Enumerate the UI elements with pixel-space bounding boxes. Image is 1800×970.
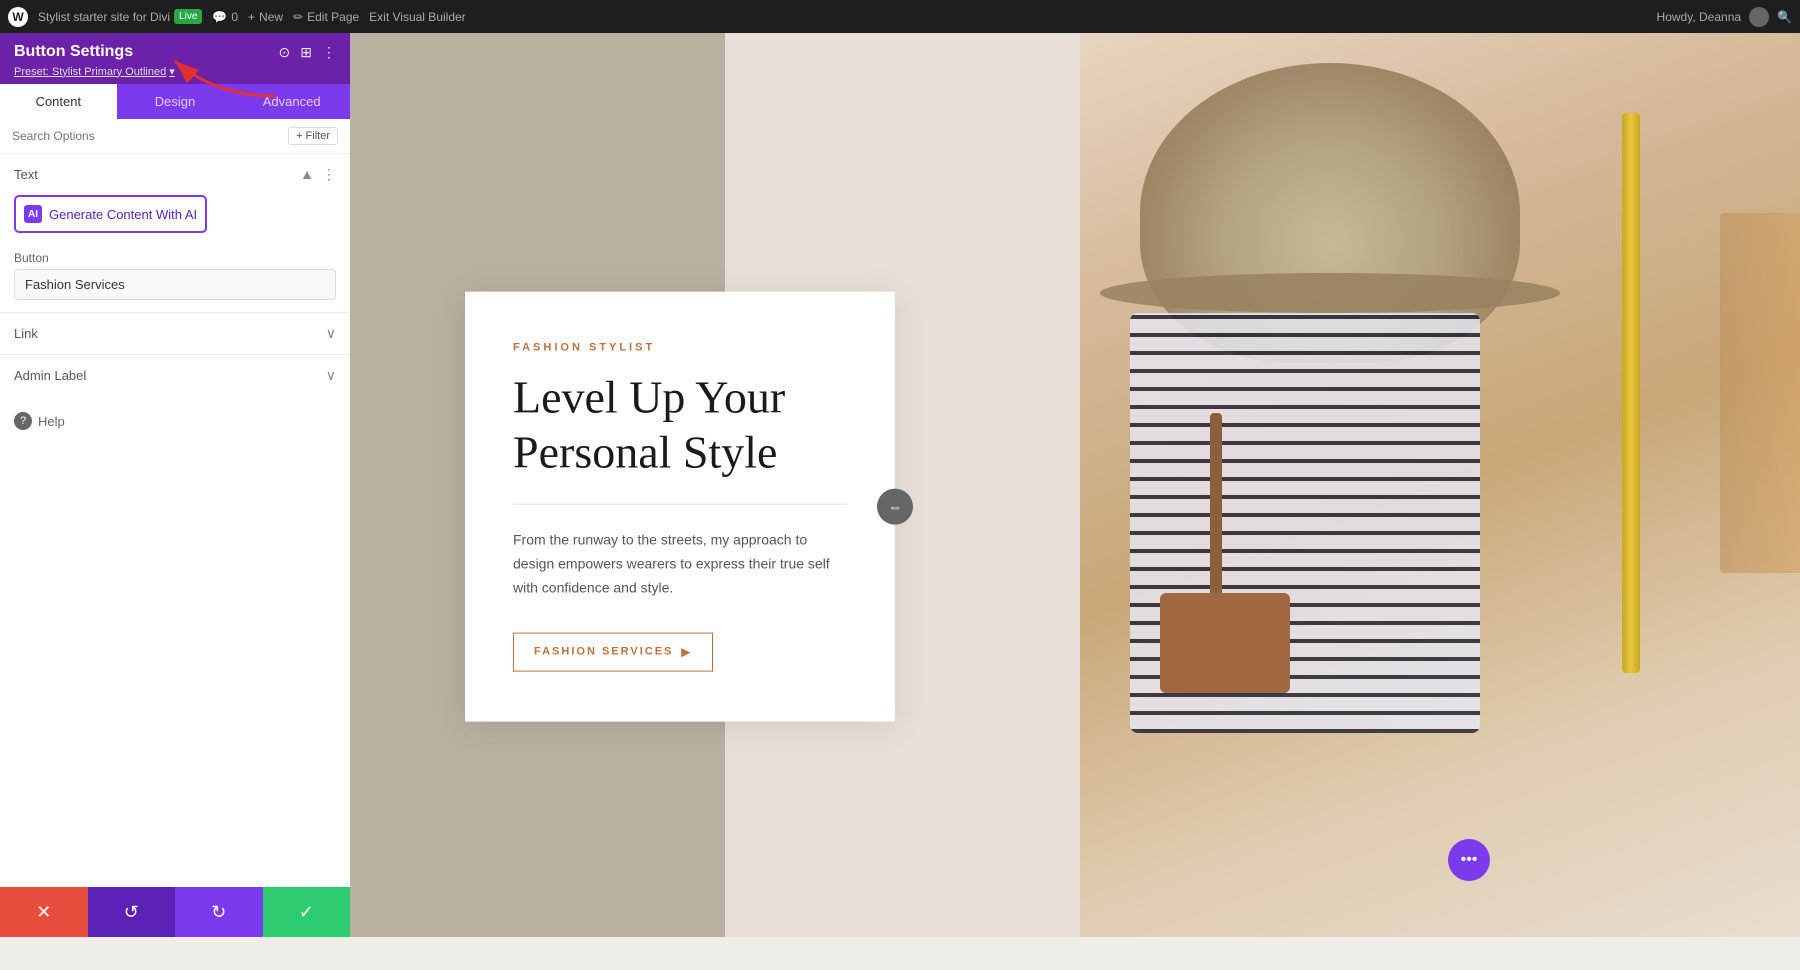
howdy-text: Howdy, Deanna <box>1657 10 1742 24</box>
card-title: Level Up Your Personal Style <box>513 370 847 480</box>
section-more-icon[interactable]: ⋮ <box>322 166 336 183</box>
panel-content: Text ▲ ⋮ AI Generate Content With AI But… <box>0 154 350 937</box>
fashion-services-button[interactable]: FASHION SERVICES ▶ <box>513 632 713 671</box>
admin-label-text: Admin Label <box>14 368 86 383</box>
drag-handle[interactable]: ⇔ <box>877 488 913 524</box>
admin-label-chevron: ∨ <box>326 367 336 384</box>
help-icon[interactable]: ? <box>14 412 32 430</box>
save-button[interactable]: ✓ <box>263 887 351 937</box>
live-badge: Live <box>174 9 202 24</box>
admin-bar: W Stylist starter site for Divi Live 💬 0… <box>0 0 1800 33</box>
fashion-card: FASHION STYLIST Level Up Your Personal S… <box>465 292 895 722</box>
search-icon[interactable]: 🔍 <box>1777 10 1792 24</box>
bottom-toolbar: ✕ ↺ ↻ ✓ <box>0 887 350 937</box>
ai-generate-button[interactable]: AI Generate Content With AI <box>14 195 207 233</box>
more-icon[interactable]: ⋮ <box>322 44 336 61</box>
text-section-title: Text <box>14 167 38 182</box>
cancel-button[interactable]: ✕ <box>0 887 88 937</box>
undo-button[interactable]: ↺ <box>88 887 176 937</box>
button-field-label: Button <box>0 245 350 269</box>
edit-page-button[interactable]: ✏ Edit Page <box>293 10 359 24</box>
button-text-input[interactable] <box>14 269 336 300</box>
preview-area: FASHION STYLIST Level Up Your Personal S… <box>350 33 1800 937</box>
card-body: From the runway to the streets, my appro… <box>513 529 847 600</box>
search-input[interactable] <box>12 129 280 143</box>
fashion-services-label: FASHION SERVICES <box>534 646 673 658</box>
tab-content[interactable]: Content <box>0 84 117 119</box>
card-subtitle: FASHION STYLIST <box>513 342 847 354</box>
panel-title: Button Settings <box>14 43 133 61</box>
tab-design[interactable]: Design <box>117 84 234 119</box>
search-bar: + Filter <box>0 119 350 154</box>
panel-tabs: Content Design Advanced <box>0 84 350 119</box>
redo-button[interactable]: ↻ <box>175 887 263 937</box>
panel-preset: Preset: Stylist Primary Outlined ▾ <box>14 65 336 78</box>
wordpress-logo[interactable]: W <box>8 7 28 27</box>
admin-bar-left: W Stylist starter site for Divi Live 💬 0… <box>8 7 466 27</box>
text-section-header: Text ▲ ⋮ <box>0 154 350 191</box>
ai-icon: AI <box>24 205 42 223</box>
hero-image <box>1080 33 1800 937</box>
tab-advanced[interactable]: Advanced <box>233 84 350 119</box>
admin-label-section[interactable]: Admin Label ∨ <box>0 354 350 396</box>
user-avatar <box>1749 7 1769 27</box>
hat-brim <box>1100 273 1560 313</box>
help-text[interactable]: Help <box>38 414 65 429</box>
site-name[interactable]: Stylist starter site for Divi Live <box>38 9 202 24</box>
panel-header-icons: ⊙ ⊞ ⋮ <box>279 44 336 61</box>
filter-button[interactable]: + Filter <box>288 127 338 145</box>
admin-bar-right: Howdy, Deanna 🔍 <box>1657 7 1792 27</box>
camera-icon[interactable]: ⊙ <box>279 44 291 61</box>
link-label: Link <box>14 326 38 341</box>
main-content: FASHION STYLIST Level Up Your Personal S… <box>350 33 1800 937</box>
section-icons: ▲ ⋮ <box>300 166 336 183</box>
card-divider <box>513 504 847 505</box>
new-button[interactable]: + New <box>248 10 283 24</box>
gold-rack-bar <box>1622 113 1640 673</box>
comment-count[interactable]: 💬 0 <box>212 10 238 24</box>
floating-dots-button[interactable]: ••• <box>1448 839 1490 881</box>
help-section: ? Help <box>0 396 350 446</box>
preset-text[interactable]: Preset: Stylist Primary Outlined <box>14 66 166 78</box>
panel-header: Button Settings ⊙ ⊞ ⋮ Preset: Stylist Pr… <box>0 33 350 84</box>
panel-title-row: Button Settings ⊙ ⊞ ⋮ <box>14 43 336 61</box>
link-chevron: ∨ <box>326 325 336 342</box>
ai-generate-label: Generate Content With AI <box>49 207 197 222</box>
left-panel: Button Settings ⊙ ⊞ ⋮ Preset: Stylist Pr… <box>0 33 350 937</box>
link-section[interactable]: Link ∨ <box>0 312 350 354</box>
bag-body <box>1160 593 1290 693</box>
arrow-icon: ▶ <box>681 645 691 658</box>
collapse-icon[interactable]: ▲ <box>300 166 314 183</box>
layout-icon[interactable]: ⊞ <box>300 44 312 61</box>
exit-builder-button[interactable]: Exit Visual Builder <box>369 10 466 24</box>
preset-chevron: ▾ <box>169 65 175 78</box>
partial-figure <box>1720 213 1800 573</box>
